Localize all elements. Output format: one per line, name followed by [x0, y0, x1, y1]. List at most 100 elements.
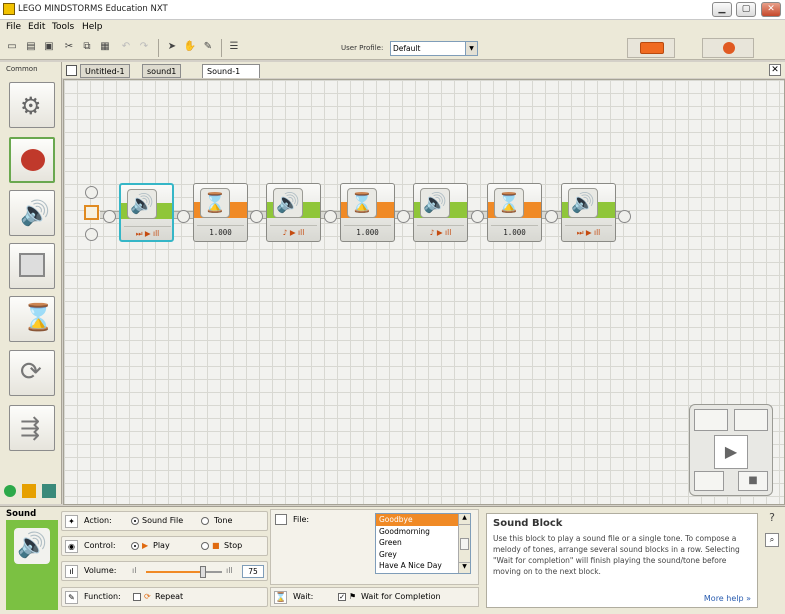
palette-loop-block[interactable]: ⟳ [9, 350, 55, 396]
sound-block[interactable]: 🔊 ⏭ ▶ ıll [119, 183, 174, 242]
file-list-scrollbar[interactable]: ▲ ▼ [458, 514, 470, 573]
sound-block[interactable]: 🔊 ⏭ ▶ ıll [561, 183, 616, 242]
pan-tool-icon[interactable]: ✋ [183, 40, 197, 54]
tab-untitled-1[interactable]: Untitled-1 [80, 64, 130, 78]
redo-icon[interactable]: ↷ [137, 40, 151, 54]
sequence-connector [397, 210, 410, 223]
custom-palette-tab[interactable] [42, 484, 56, 498]
palette-sound-block[interactable]: 🔊 [9, 190, 55, 236]
map-icon[interactable]: ⌕ [765, 533, 779, 547]
stop-button[interactable]: ■ [738, 471, 768, 491]
file-item[interactable]: Grey [376, 549, 470, 561]
nxt-window-button[interactable] [702, 38, 754, 58]
wait-block[interactable]: ⌛ 1.000 [487, 183, 542, 242]
save-icon[interactable]: ▣ [42, 40, 56, 54]
palette-switch-block[interactable]: ⇶ [9, 405, 55, 451]
user-profile-select[interactable]: Default ▼ [390, 41, 478, 56]
file-item[interactable]: Have A Nice Day [376, 560, 470, 572]
minimize-button[interactable]: ▁ [712, 2, 732, 17]
block-footer: ♪ ▶ ıll [417, 225, 464, 239]
copy-icon[interactable]: ⧉ [80, 40, 94, 54]
file-item[interactable]: Goodbye [376, 514, 470, 526]
volume-input[interactable]: 75 [242, 565, 264, 578]
volume-slider-track[interactable] [146, 566, 222, 578]
action-label: Action: [84, 516, 112, 525]
palette-move-block[interactable]: ⚙ [9, 82, 55, 128]
robot-icon [723, 42, 735, 54]
volume-bars-icon: ıl [65, 565, 78, 578]
menu-help[interactable]: Help [82, 22, 103, 32]
function-row: ✎ Function: ⟳ Repeat [61, 587, 268, 607]
start-connector-bottom [85, 228, 98, 241]
control-icon: ◉ [65, 540, 78, 553]
complete-palette-tab[interactable] [22, 484, 36, 498]
nxt-window-icon[interactable] [734, 409, 768, 431]
scroll-down-icon[interactable]: ▼ [459, 562, 470, 573]
download-and-run-button[interactable]: ▶ [714, 435, 748, 469]
repeat-checkbox[interactable] [133, 593, 141, 601]
close-button[interactable]: ✕ [761, 2, 781, 17]
cut-icon[interactable]: ✂ [62, 40, 76, 54]
gears-icon: ⚙ [20, 92, 42, 120]
paste-icon[interactable]: ▦ [98, 40, 112, 54]
help-icon[interactable]: ? [765, 511, 779, 525]
maximize-button[interactable]: ▢ [736, 2, 756, 17]
sound-block[interactable]: 🔊 ♪ ▶ ıll [413, 183, 468, 242]
loop-icon: ⟳ [20, 357, 42, 387]
menu-tools[interactable]: Tools [52, 22, 74, 32]
download-selected-button[interactable] [694, 471, 724, 491]
tab-sound1[interactable]: sound1 [142, 64, 182, 78]
scroll-thumb[interactable] [460, 538, 469, 550]
action-row: ✦ Action: Sound File Tone [61, 511, 268, 531]
control-play-radio[interactable] [131, 542, 139, 550]
more-help-link[interactable]: More help » [704, 594, 751, 603]
speaker-icon: 🔊 [14, 528, 50, 564]
new-file-icon[interactable]: ▭ [5, 40, 19, 54]
tab-sound-1[interactable]: Sound-1 [202, 64, 260, 78]
palette-display-block[interactable] [9, 243, 55, 289]
start-point[interactable] [84, 205, 99, 220]
palette-record-block[interactable] [9, 137, 55, 183]
pointer-tool-icon[interactable]: ➤ [165, 40, 179, 54]
hourglass-icon: ⌛ [347, 188, 377, 218]
action-tone-radio[interactable] [201, 517, 209, 525]
hourglass-icon: ⌛ [22, 303, 55, 333]
folder-icon [275, 514, 287, 525]
download-button[interactable] [694, 409, 728, 431]
volume-label: Volume: [84, 566, 117, 575]
sound-file-list[interactable]: Goodbye Goodmorning Green Grey Have A Ni… [375, 513, 471, 574]
custom-palette-icon[interactable]: ☰ [227, 40, 241, 54]
control-stop-radio[interactable] [201, 542, 209, 550]
palette-wait-block[interactable]: ⌛ [9, 296, 55, 342]
menu-edit[interactable]: Edit [28, 22, 45, 32]
wait-block[interactable]: ⌛ 1.000 [193, 183, 248, 242]
action-sound-file-radio[interactable] [131, 517, 139, 525]
file-label: File: [293, 515, 310, 524]
sequence-connector [103, 210, 116, 223]
undo-icon[interactable]: ↶ [119, 40, 133, 54]
action-sound-file-label: Sound File [142, 516, 184, 525]
volume-slider-thumb[interactable] [200, 566, 206, 578]
chevron-down-icon[interactable]: ▼ [465, 42, 477, 55]
sound-block[interactable]: 🔊 ♪ ▶ ıll [266, 183, 321, 242]
close-tab-icon[interactable]: ✕ [769, 64, 781, 76]
block-tile: 🔊 [6, 520, 58, 610]
wait-block[interactable]: ⌛ 1.000 [340, 183, 395, 242]
nxt-brick-button[interactable] [627, 38, 675, 58]
file-item[interactable]: Green [376, 537, 470, 549]
block-footer: 1.000 [344, 225, 391, 239]
common-palette-tab[interactable] [4, 485, 16, 497]
separator [221, 39, 222, 57]
wait-checkbox[interactable]: ✓ [338, 593, 346, 601]
volume-row: ıl Volume: ıl ıll 75 [61, 561, 268, 581]
file-item[interactable]: Goodmorning [376, 526, 470, 538]
program-icon [66, 65, 77, 76]
sequence-connector [545, 210, 558, 223]
scroll-up-icon[interactable]: ▲ [459, 514, 470, 525]
open-file-icon[interactable]: ▤ [24, 40, 38, 54]
program-canvas[interactable] [63, 79, 785, 505]
menu-file[interactable]: File [6, 22, 21, 32]
stop-icon: ■ [212, 541, 220, 550]
comment-tool-icon[interactable]: ✎ [201, 40, 215, 54]
speaker-icon: 🔊 [568, 188, 598, 218]
